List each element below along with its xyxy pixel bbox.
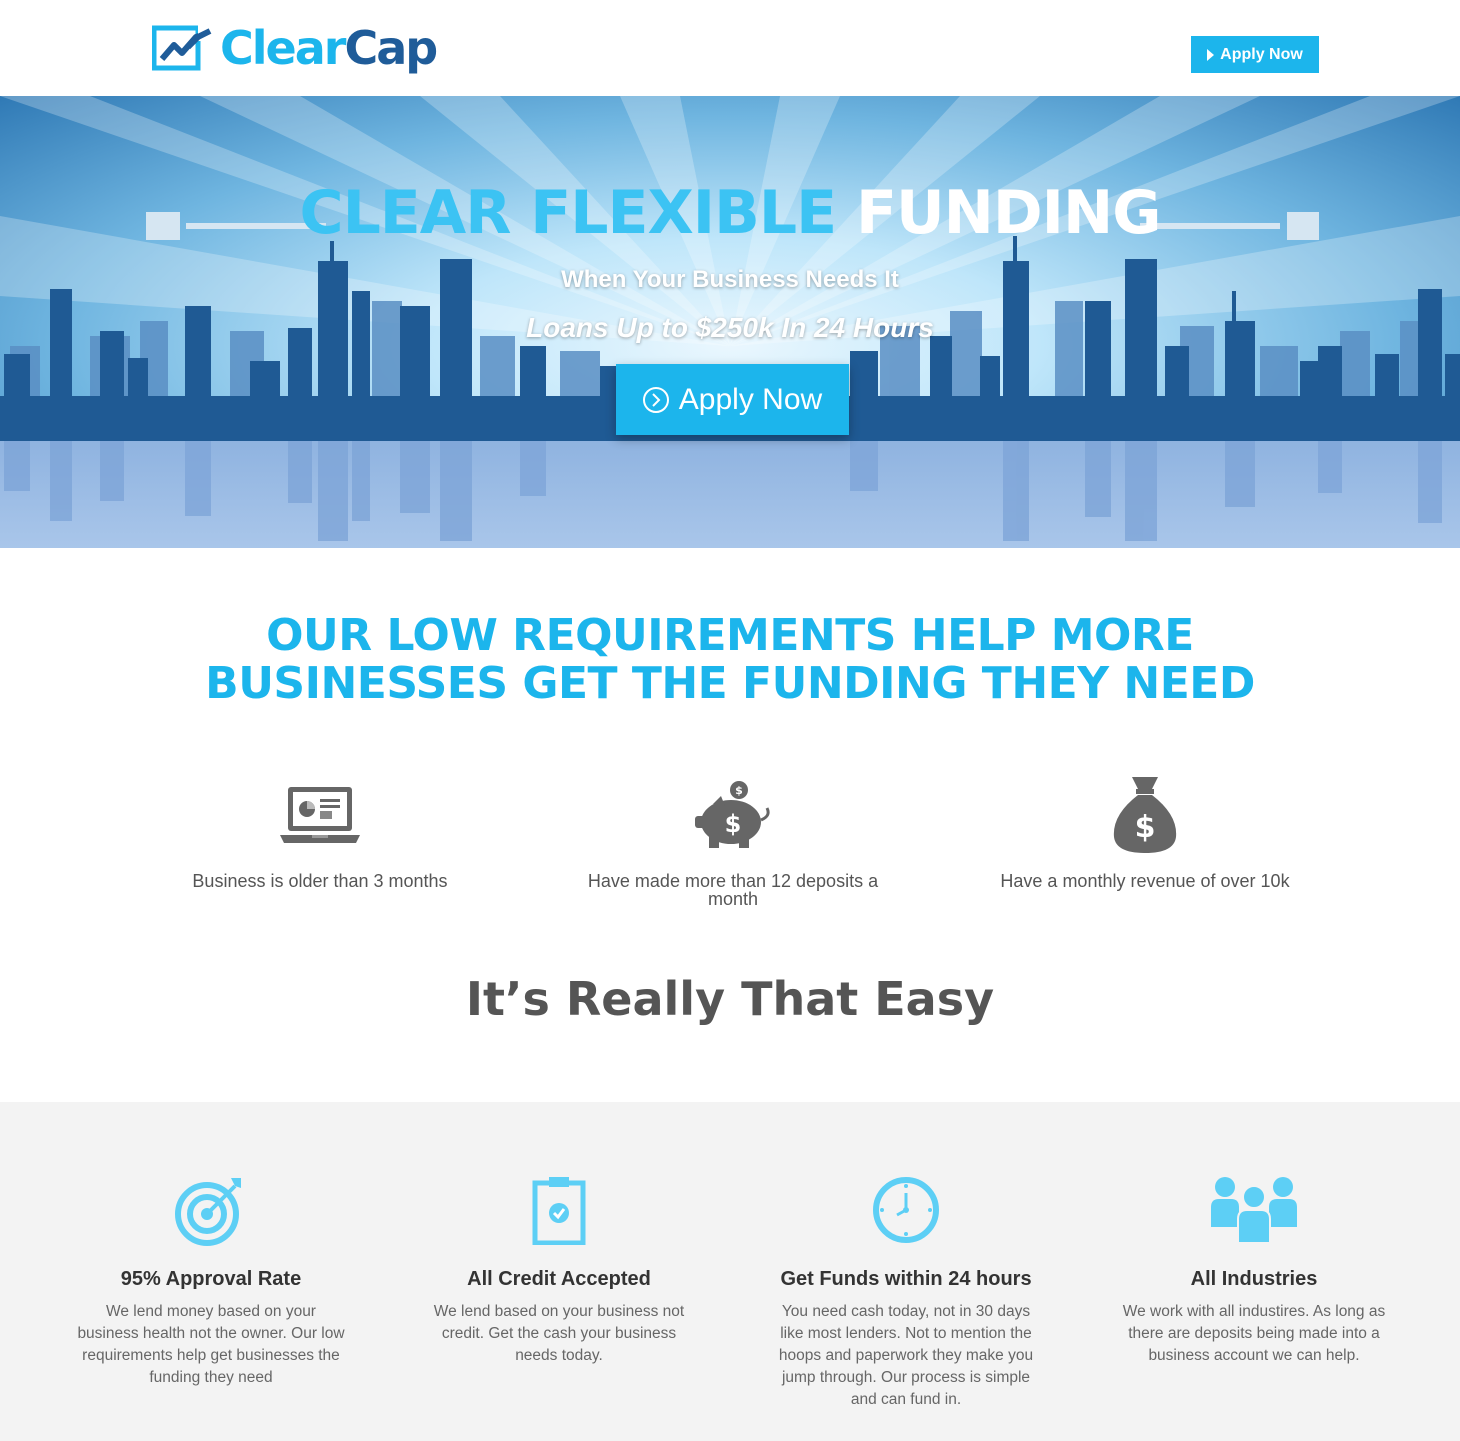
chevron-right-circle-icon (642, 386, 669, 413)
svg-text:$: $ (735, 784, 743, 797)
header-apply-label: Apply Now (1220, 45, 1303, 63)
play-arrow-icon (1207, 48, 1215, 61)
feature-card: Get Funds within 24 hours You need cash … (761, 1172, 1051, 1411)
group-people-icon (1109, 1172, 1399, 1248)
requirements-heading: OUR LOW REQUIREMENTS HELP MORE BUSINESSE… (0, 612, 1460, 708)
requirement-text: Have a monthly revenue of over 10k (1000, 871, 1290, 891)
feature-card: All Industries We work with all industir… (1109, 1172, 1399, 1367)
requirements-heading-line2: BUSINESSES GET THE FUNDING THEY NEED (205, 658, 1255, 709)
feature-description: You need cash today, not in 30 days like… (778, 1303, 1034, 1408)
requirements-heading-line1: OUR LOW REQUIREMENTS HELP MORE (266, 610, 1194, 661)
svg-text:$: $ (1135, 810, 1156, 845)
laptop-chart-icon (150, 770, 490, 860)
requirement-text: Have made more than 12 deposits a month (587, 871, 879, 909)
logo-word-clear: Clear (220, 21, 346, 75)
money-bag-icon: $ (975, 770, 1315, 860)
hero-subtitle: When Your Business Needs It (561, 266, 899, 293)
target-icon (66, 1172, 356, 1248)
hero-title-highlight: CLEAR FLEXIBLE (299, 178, 838, 248)
feature-title: All Industries (1190, 1268, 1318, 1290)
clipboard-check-icon (414, 1172, 704, 1248)
logo-text: ClearCap (220, 25, 438, 71)
feature-description: We lend based on your business not credi… (433, 1303, 685, 1364)
hero-title-main: FUNDING (855, 178, 1162, 248)
hero-title: CLEAR FLEXIBLE FUNDING (0, 178, 1460, 248)
feature-description: We lend money based on your business hea… (77, 1303, 345, 1386)
svg-text:$: $ (725, 810, 742, 838)
hero-apply-button[interactable]: Apply Now (616, 364, 849, 435)
hero-apply-label: Apply Now (678, 382, 823, 416)
logo-chart-icon (151, 23, 214, 73)
feature-card: 95% Approval Rate We lend money based on… (66, 1172, 356, 1389)
requirement-item: Business is older than 3 months (150, 770, 490, 890)
requirement-item: $ Have a monthly revenue of over 10k (975, 770, 1315, 890)
header-apply-button[interactable]: Apply Now (1191, 36, 1319, 73)
logo-word-cap: Cap (344, 21, 438, 75)
clock-icon (761, 1172, 1051, 1248)
site-header: ClearCap Apply Now (0, 0, 1460, 96)
requirement-text: Business is older than 3 months (192, 871, 448, 891)
piggy-bank-icon: $ $ (563, 770, 903, 860)
requirement-item: $ $ Have made more than 12 deposits a mo… (563, 770, 903, 908)
clearcap-logo[interactable]: ClearCap (151, 18, 438, 78)
feature-card: All Credit Accepted We lend based on you… (414, 1172, 704, 1367)
feature-description: We work with all industires. As long as … (1122, 1303, 1386, 1364)
hero-banner: CLEAR FLEXIBLE FUNDING When Your Busines… (0, 96, 1460, 548)
hero-loan-tagline: Loans Up to $250k In 24 Hours (526, 312, 934, 343)
feature-title: All Credit Accepted (467, 1268, 651, 1290)
feature-title: 95% Approval Rate (120, 1268, 302, 1290)
features-section: 95% Approval Rate We lend money based on… (0, 1102, 1460, 1441)
easy-heading: It’s Really That Easy (465, 972, 995, 1026)
feature-title: Get Funds within 24 hours (780, 1268, 1032, 1290)
